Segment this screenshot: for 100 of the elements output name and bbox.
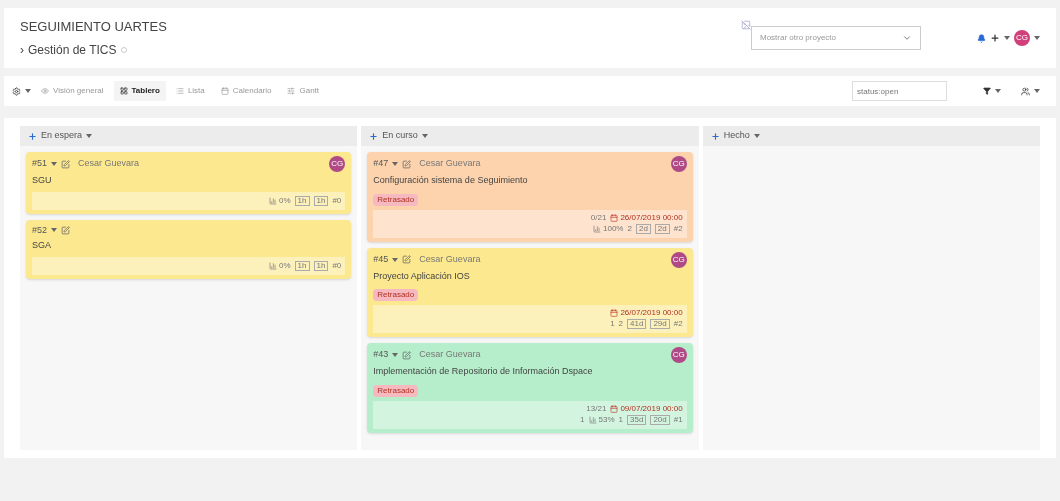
avatar: CG xyxy=(670,347,687,363)
settings-icon[interactable] xyxy=(12,86,21,96)
progress-percent: 100% xyxy=(603,224,624,233)
assignee-name[interactable]: Cesar Guevara xyxy=(78,157,140,171)
task-card[interactable]: #51 Cesar Guevara CG SGU 0% 1h 1h #0 xyxy=(26,152,352,214)
due-date: 26/07/2019 00:00 xyxy=(620,309,683,317)
list-icon xyxy=(175,87,184,95)
hours-badge: 2d xyxy=(635,223,651,234)
progress-percent: 53% xyxy=(598,415,615,424)
card-meta: #1 xyxy=(673,415,683,424)
edit-icon[interactable] xyxy=(402,255,412,264)
due-date: 26/07/2019 00:00 xyxy=(620,213,683,222)
task-title[interactable]: SGU xyxy=(32,174,346,188)
add-icon[interactable] xyxy=(710,131,720,141)
hours-badge: 1h xyxy=(313,260,329,271)
caret-icon xyxy=(392,257,399,262)
progress-percent: 0% xyxy=(279,196,291,205)
filter-icon xyxy=(983,87,991,95)
hours-badge: 41d xyxy=(627,319,647,329)
hours-badge: 20d xyxy=(650,414,670,425)
task-id[interactable]: #52 xyxy=(32,223,48,237)
caret-icon xyxy=(1034,89,1040,93)
hours-badge: 1h xyxy=(313,195,329,206)
card-meta: #2 xyxy=(673,320,683,328)
calendar-icon xyxy=(610,213,619,222)
caret-icon xyxy=(25,89,31,93)
view-tab[interactable]: Tablero xyxy=(113,81,166,101)
card-meta: #0 xyxy=(332,196,342,205)
task-id[interactable]: #45 xyxy=(373,252,389,267)
breadcrumb-marker: › xyxy=(20,41,24,59)
task-id[interactable]: #43 xyxy=(373,348,389,362)
hours-badge: 1h xyxy=(294,260,310,271)
card-meta: 2 xyxy=(627,224,632,233)
column-title[interactable]: En espera xyxy=(41,129,83,143)
eye-icon xyxy=(41,87,49,95)
column-title[interactable]: En curso xyxy=(382,129,418,143)
breadcrumb-link[interactable]: Gestión de TICS xyxy=(28,40,117,59)
task-id[interactable]: #51 xyxy=(32,157,48,171)
task-title[interactable]: Configuración sistema de Seguimiento xyxy=(373,174,687,188)
avatar: CG xyxy=(670,251,687,268)
card-meta: 1 xyxy=(610,320,615,328)
sliders-icon xyxy=(287,87,296,95)
caret-icon xyxy=(51,162,58,166)
caret-icon xyxy=(86,134,93,138)
card-meta: 1 xyxy=(618,415,624,424)
edit-icon[interactable] xyxy=(61,159,71,169)
card-meta: #0 xyxy=(332,261,342,270)
card-meta: #2 xyxy=(673,224,683,233)
chart-icon xyxy=(588,415,597,424)
bell-icon[interactable] xyxy=(977,33,986,43)
edit-icon[interactable] xyxy=(61,225,71,235)
progress-percent: 0% xyxy=(279,261,291,270)
caret-icon xyxy=(392,162,399,166)
task-title[interactable]: Implementación de Repositorio de Información Dspace xyxy=(373,365,687,379)
due-date: 09/07/2019 00:00 xyxy=(620,404,683,413)
caret-icon xyxy=(421,134,428,138)
task-title[interactable]: SGA xyxy=(32,239,346,253)
assignee-name[interactable]: Cesar Guevara xyxy=(419,157,481,171)
caret-icon xyxy=(995,89,1001,93)
task-card[interactable]: #43 Cesar Guevara CG Implementación de Repositorio de Información Dspace Retrasado 13/21 09/07/2019 00:00 1 53% 1 35d 20d #1 xyxy=(367,343,693,433)
assignee-name[interactable]: Cesar Guevara xyxy=(419,252,481,267)
plus-icon[interactable] xyxy=(990,33,1000,43)
calendar-icon xyxy=(220,87,229,95)
card-meta: 2 xyxy=(618,320,624,328)
card-meta: 0/21 xyxy=(590,213,607,222)
calendar-icon xyxy=(610,404,619,413)
hours-badge: 2d xyxy=(654,223,670,234)
hours-badge: 35d xyxy=(627,414,647,425)
task-title[interactable]: Proyecto Aplicación IOS xyxy=(373,269,687,283)
column-title[interactable]: Hecho xyxy=(723,129,750,143)
edit-icon[interactable] xyxy=(402,350,412,360)
task-id[interactable]: #47 xyxy=(373,157,389,171)
chart-icon xyxy=(269,261,278,270)
caret-icon xyxy=(753,134,760,138)
card-meta: 1 xyxy=(580,415,585,424)
caret-icon xyxy=(1004,36,1010,40)
users-icon xyxy=(1021,86,1030,96)
grid-icon xyxy=(119,87,128,95)
chart-icon xyxy=(269,196,278,205)
search-field[interactable]: status:open xyxy=(852,81,947,101)
status-tag: Retrasado xyxy=(373,384,419,397)
status-tag: Retrasado xyxy=(373,289,419,301)
add-icon[interactable] xyxy=(28,131,37,141)
avatar: CG xyxy=(670,156,687,172)
chart-icon xyxy=(593,224,601,233)
user-avatar[interactable]: CG xyxy=(1014,30,1030,46)
hours-badge: 1h xyxy=(294,195,310,206)
task-card[interactable]: #52 SGA 0% 1h 1h #0 xyxy=(26,219,352,279)
avatar: CG xyxy=(329,156,346,172)
task-card[interactable]: #45 Cesar Guevara CG Proyecto Aplicación IOS Retrasado 26/07/2019 00:00 1 2 41d 29d #2 xyxy=(367,247,693,337)
calendar-icon xyxy=(610,309,619,317)
assignee-name[interactable]: Cesar Guevara xyxy=(419,348,481,362)
status-tag: Retrasado xyxy=(373,193,419,206)
add-icon[interactable] xyxy=(369,131,379,141)
caret-icon xyxy=(392,353,399,357)
project-title: SEGUIMIENTO UARTES xyxy=(20,18,167,37)
chevron-down-icon xyxy=(902,33,912,43)
edit-icon[interactable] xyxy=(402,159,412,169)
caret-icon xyxy=(1034,36,1040,40)
task-card[interactable]: #47 Cesar Guevara CG Configuración sistema de Seguimiento Retrasado 0/21 26/07/2019 00:00 100% 2 2d 2d #2 xyxy=(367,152,693,242)
